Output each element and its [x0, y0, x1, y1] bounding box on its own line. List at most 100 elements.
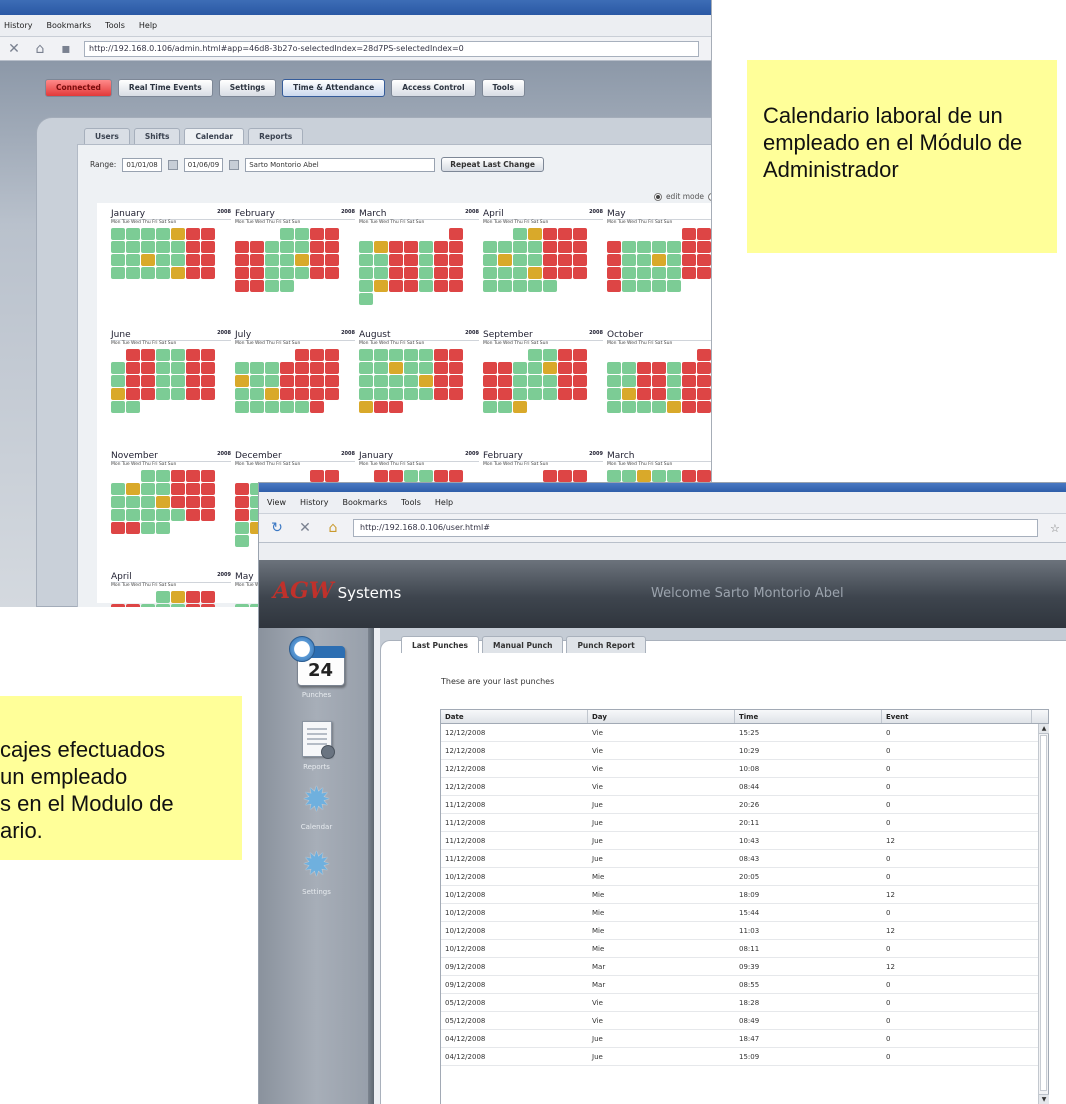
calendar-day-cell[interactable] — [573, 241, 587, 253]
calendar-day-cell[interactable] — [141, 470, 155, 482]
calendar-day-cell[interactable] — [637, 375, 651, 387]
calendar-day-cell[interactable] — [419, 470, 433, 482]
table-row[interactable]: 10/12/2008 Mie 15:44 0 — [441, 904, 1048, 922]
calendar-day-cell[interactable] — [622, 388, 636, 400]
calendar-day-cell[interactable] — [637, 470, 651, 482]
calendar-day-cell[interactable] — [156, 375, 170, 387]
calendar-day-cell[interactable] — [325, 362, 339, 374]
calendar-day-cell[interactable] — [235, 401, 249, 413]
calendar-day-cell[interactable] — [111, 483, 125, 495]
repeat-last-change-button[interactable]: Repeat Last Change — [441, 157, 544, 172]
calendar-day-cell[interactable] — [359, 388, 373, 400]
calendar-day-cell[interactable] — [667, 254, 681, 266]
calendar-day-cell[interactable] — [528, 228, 542, 240]
calendar-day-cell[interactable] — [607, 401, 621, 413]
calendar-day-cell[interactable] — [201, 267, 215, 279]
column-header-time[interactable]: Time — [735, 710, 882, 723]
calendar-day-cell[interactable] — [513, 267, 527, 279]
calendar-day-cell[interactable] — [652, 388, 666, 400]
table-row[interactable]: 11/12/2008 Jue 08:43 0 — [441, 850, 1048, 868]
calendar-day-cell[interactable] — [359, 349, 373, 361]
calendar-day-cell[interactable] — [359, 293, 373, 305]
calendar-day-cell[interactable] — [449, 375, 463, 387]
calendar-day-cell[interactable] — [280, 267, 294, 279]
calendar-day-cell[interactable] — [434, 280, 448, 292]
calendar-day-cell[interactable] — [697, 470, 711, 482]
table-row[interactable]: 04/12/2008 Jue 15:09 0 — [441, 1048, 1048, 1066]
calendar-day-cell[interactable] — [310, 349, 324, 361]
calendar-day-cell[interactable] — [622, 280, 636, 292]
table-row[interactable]: 12/12/2008 Vie 10:08 0 — [441, 760, 1048, 778]
calendar-day-cell[interactable] — [141, 241, 155, 253]
calendar-day-cell[interactable] — [483, 267, 497, 279]
calendar-day-cell[interactable] — [111, 522, 125, 534]
calendar-day-cell[interactable] — [186, 254, 200, 266]
calendar-day-cell[interactable] — [622, 375, 636, 387]
settings-button[interactable]: Settings — [218, 79, 277, 97]
calendar-day-cell[interactable] — [682, 267, 696, 279]
calendar-day-cell[interactable] — [295, 388, 309, 400]
table-row[interactable]: 10/12/2008 Mie 20:05 0 — [441, 868, 1048, 886]
calendar-day-cell[interactable] — [171, 388, 185, 400]
calendar-day-cell[interactable] — [156, 241, 170, 253]
calendar-day-cell[interactable] — [235, 388, 249, 400]
calendar-day-cell[interactable] — [652, 375, 666, 387]
calendar-day-cell[interactable] — [201, 496, 215, 508]
calendar-day-cell[interactable] — [498, 254, 512, 266]
calendar-day-cell[interactable] — [404, 349, 418, 361]
calendar-day-cell[interactable] — [325, 375, 339, 387]
calendar-day-cell[interactable] — [404, 241, 418, 253]
sidebar-item-reports[interactable]: Reports — [259, 721, 374, 771]
menu-bookmarks[interactable]: Bookmarks — [46, 21, 91, 30]
calendar-day-cell[interactable] — [543, 362, 557, 374]
calendar-day-cell[interactable] — [171, 375, 185, 387]
calendar-day-cell[interactable] — [637, 362, 651, 374]
access-control-button[interactable]: Access Control — [391, 79, 476, 97]
calendar-day-cell[interactable] — [528, 267, 542, 279]
calendar-day-cell[interactable] — [280, 362, 294, 374]
calendar-picker-icon[interactable] — [167, 159, 178, 170]
table-row[interactable]: 12/12/2008 Vie 15:25 0 — [441, 724, 1048, 742]
calendar-day-cell[interactable] — [652, 254, 666, 266]
table-row[interactable]: 10/12/2008 Mie 18:09 12 — [441, 886, 1048, 904]
calendar-day-cell[interactable] — [186, 496, 200, 508]
calendar-day-cell[interactable] — [543, 254, 557, 266]
calendar-day-cell[interactable] — [310, 241, 324, 253]
calendar-day-cell[interactable] — [419, 375, 433, 387]
calendar-day-cell[interactable] — [141, 267, 155, 279]
calendar-day-cell[interactable] — [250, 280, 264, 292]
calendar-day-cell[interactable] — [186, 388, 200, 400]
calendar-day-cell[interactable] — [434, 349, 448, 361]
calendar-day-cell[interactable] — [325, 267, 339, 279]
calendar-day-cell[interactable] — [111, 388, 125, 400]
calendar-day-cell[interactable] — [697, 349, 711, 361]
calendar-day-cell[interactable] — [389, 267, 403, 279]
calendar-day-cell[interactable] — [111, 496, 125, 508]
calendar-day-cell[interactable] — [434, 470, 448, 482]
calendar-day-cell[interactable] — [682, 362, 696, 374]
calendar-day-cell[interactable] — [126, 254, 140, 266]
calendar-day-cell[interactable] — [637, 267, 651, 279]
tab-manual-punch[interactable]: Manual Punch — [482, 636, 564, 653]
calendar-day-cell[interactable] — [528, 388, 542, 400]
reload-icon[interactable]: ↻ — [269, 520, 285, 536]
calendar-day-cell[interactable] — [374, 349, 388, 361]
calendar-day-cell[interactable] — [389, 401, 403, 413]
calendar-day-cell[interactable] — [419, 280, 433, 292]
calendar-day-cell[interactable] — [528, 241, 542, 253]
calendar-day-cell[interactable] — [295, 349, 309, 361]
calendar-day-cell[interactable] — [697, 375, 711, 387]
calendar-day-cell[interactable] — [652, 470, 666, 482]
calendar-day-cell[interactable] — [171, 254, 185, 266]
menu-view[interactable]: View — [267, 498, 286, 507]
calendar-day-cell[interactable] — [389, 349, 403, 361]
calendar-day-cell[interactable] — [449, 388, 463, 400]
calendar-day-cell[interactable] — [697, 241, 711, 253]
menu-tools[interactable]: Tools — [105, 21, 125, 30]
calendar-day-cell[interactable] — [622, 241, 636, 253]
calendar-day-cell[interactable] — [374, 241, 388, 253]
calendar-day-cell[interactable] — [558, 228, 572, 240]
calendar-day-cell[interactable] — [483, 388, 497, 400]
calendar-day-cell[interactable] — [513, 241, 527, 253]
menu-tools[interactable]: Tools — [401, 498, 421, 507]
